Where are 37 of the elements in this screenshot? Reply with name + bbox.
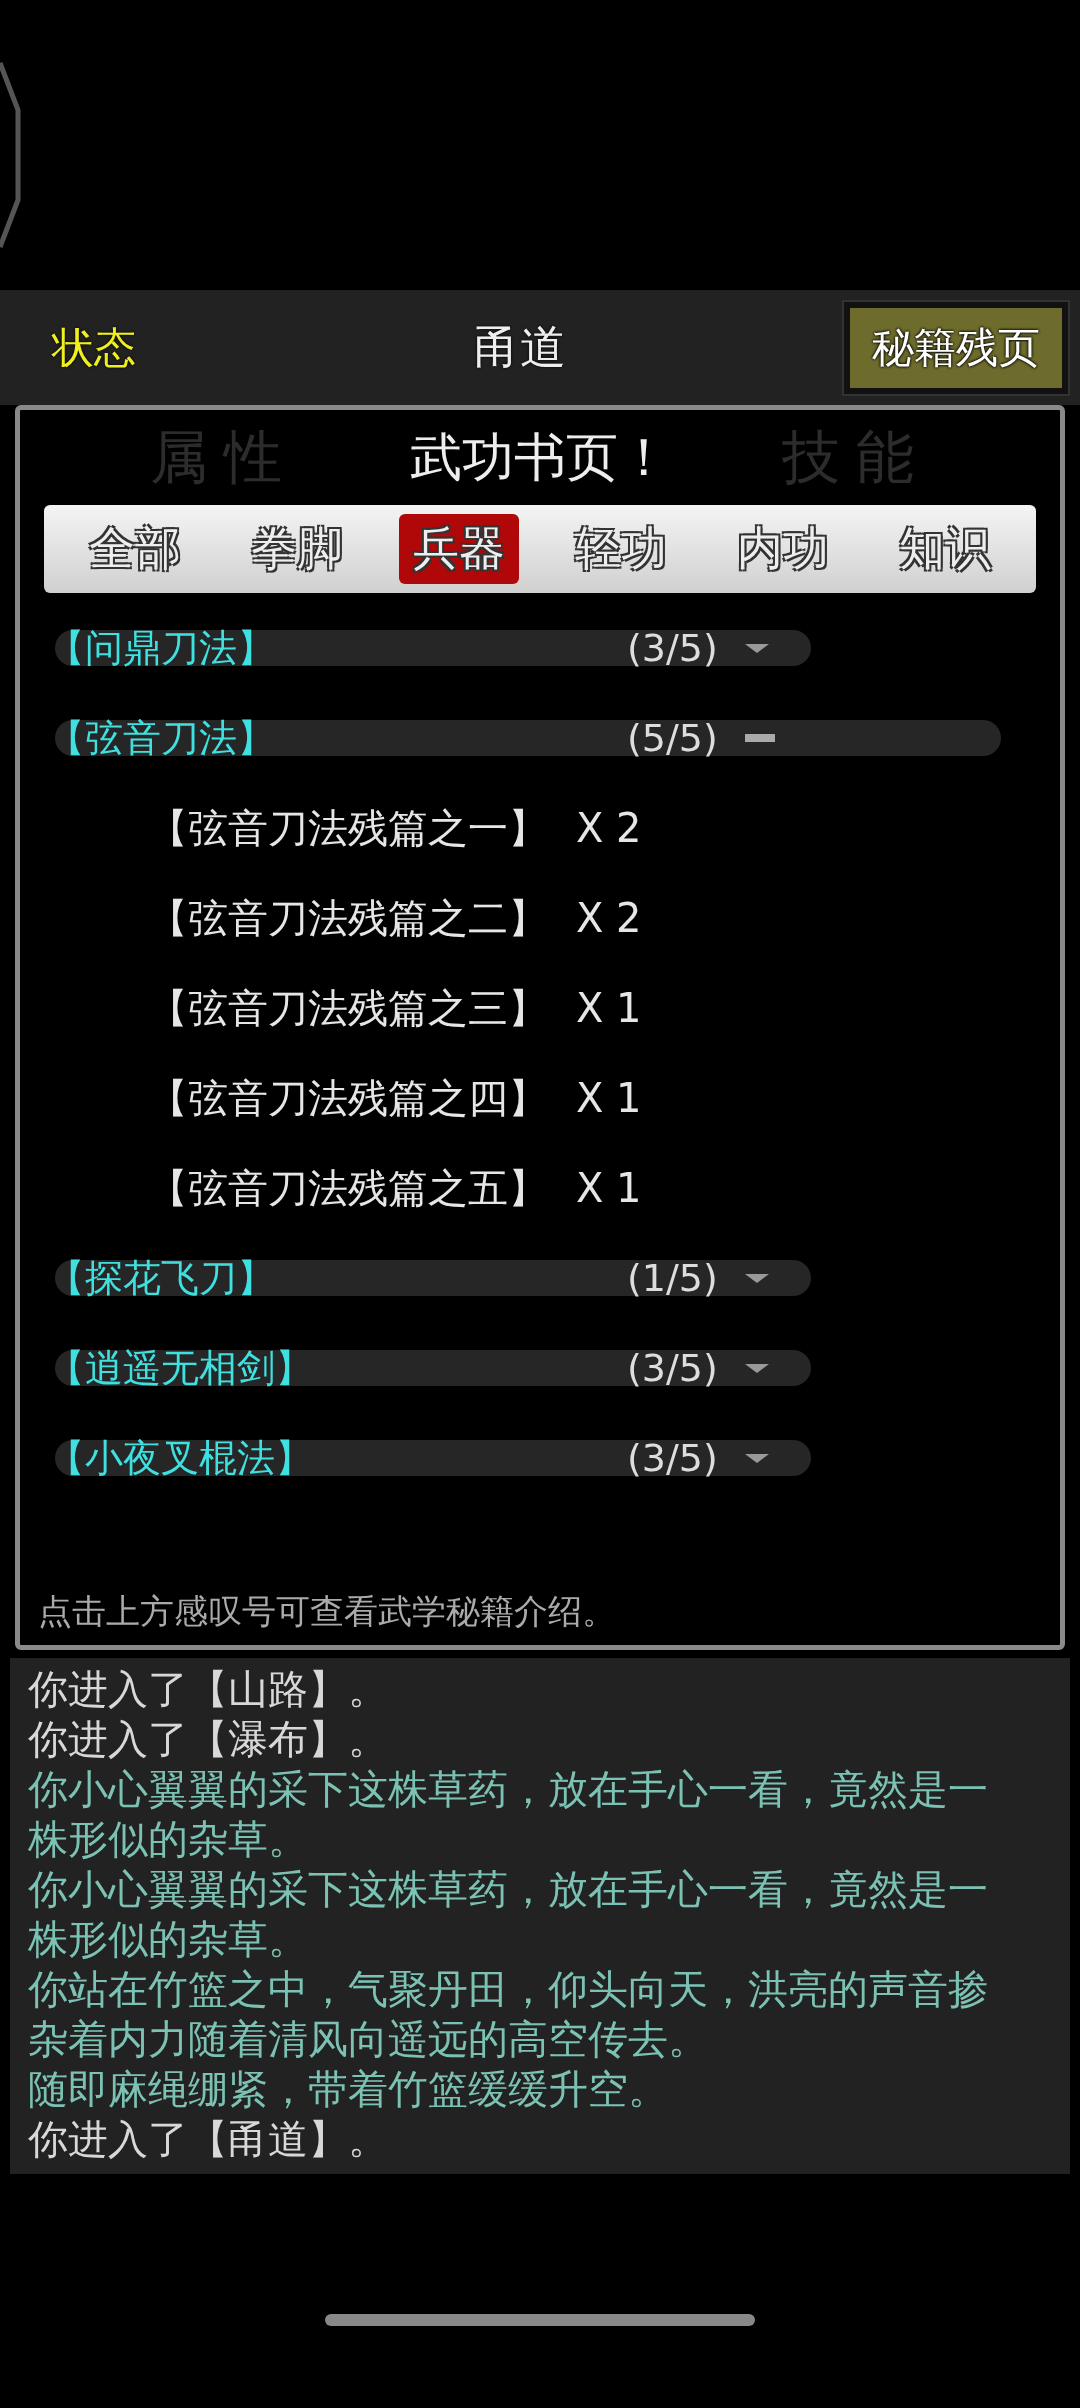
category-tab[interactable]: 知识 bbox=[885, 514, 1005, 584]
fragment-name: 【弦音刀法残篇之三】 bbox=[148, 983, 548, 1033]
skill-group-bar[interactable]: 【逍遥无相剑】 (3/5) bbox=[55, 1350, 811, 1386]
skill-group-bar[interactable]: 【问鼎刀法】 (3/5) bbox=[55, 630, 811, 666]
log-message: 你进入了【山路】。 bbox=[28, 1665, 389, 1714]
category-tab[interactable]: 轻功 bbox=[561, 514, 681, 584]
fragment-name: 【弦音刀法残篇之一】 bbox=[148, 803, 548, 853]
log-message: 你站在竹篮之中，气聚丹田，仰头向天，洪亮的声音掺杂着内力随着清风向遥远的高空传去。 bbox=[28, 1965, 989, 2064]
log-message: 你小心翼翼的采下这株草药，放在手心一看，竟然是一株形似的杂草。 bbox=[28, 1865, 989, 1964]
status-button[interactable]: 状态 bbox=[52, 319, 136, 376]
dropdown-icon[interactable] bbox=[745, 643, 769, 653]
category-tab[interactable]: 拳脚 bbox=[237, 514, 357, 584]
location-title: 甬道 bbox=[474, 318, 566, 376]
fragment-name: 【弦音刀法残篇之二】 bbox=[148, 893, 548, 943]
popup-title: 武功书页！ bbox=[410, 425, 670, 489]
fragment-name: 【弦音刀法残篇之四】 bbox=[148, 1073, 548, 1123]
skill-group-bar[interactable]: 【小夜叉棍法】 (3/5) bbox=[55, 1440, 811, 1476]
skill-group-bar[interactable]: 【弦音刀法】 (5/5) bbox=[55, 720, 1001, 756]
fragment-quantity: X 1 bbox=[576, 1075, 642, 1121]
dropdown-icon[interactable] bbox=[745, 1453, 769, 1463]
fragment-quantity: X 1 bbox=[576, 1165, 642, 1211]
skill-group-bar[interactable]: 【探花飞刀】 (1/5) bbox=[55, 1260, 811, 1296]
fragment-quantity: X 1 bbox=[576, 985, 642, 1031]
log-message: 你进入了【甬道】。 bbox=[28, 2115, 389, 2164]
log-message: 你进入了【瀑布】。 bbox=[28, 1715, 389, 1764]
category-tab[interactable]: 内功 bbox=[723, 514, 843, 584]
dropdown-icon[interactable] bbox=[745, 1273, 769, 1283]
manual-pages-button[interactable]: 秘籍残页 bbox=[844, 301, 1068, 394]
log-message: 你小心翼翼的采下这株草药，放在手心一看，竟然是一株形似的杂草。 bbox=[28, 1765, 989, 1864]
fragment-quantity: X 2 bbox=[576, 805, 642, 851]
fragment-name: 【弦音刀法残篇之五】 bbox=[148, 1163, 548, 1213]
hint-text: 点击上方感叹号可查看武学秘籍介绍。 bbox=[38, 1590, 617, 1633]
category-tab[interactable]: 兵器 bbox=[399, 514, 519, 584]
fragment-quantity: X 2 bbox=[576, 895, 642, 941]
category-tab[interactable]: 全部 bbox=[75, 514, 195, 584]
log-message: 随即麻绳绷紧，带着竹篮缓缓升空。 bbox=[28, 2065, 669, 2114]
dropdown-icon[interactable] bbox=[745, 1363, 769, 1373]
